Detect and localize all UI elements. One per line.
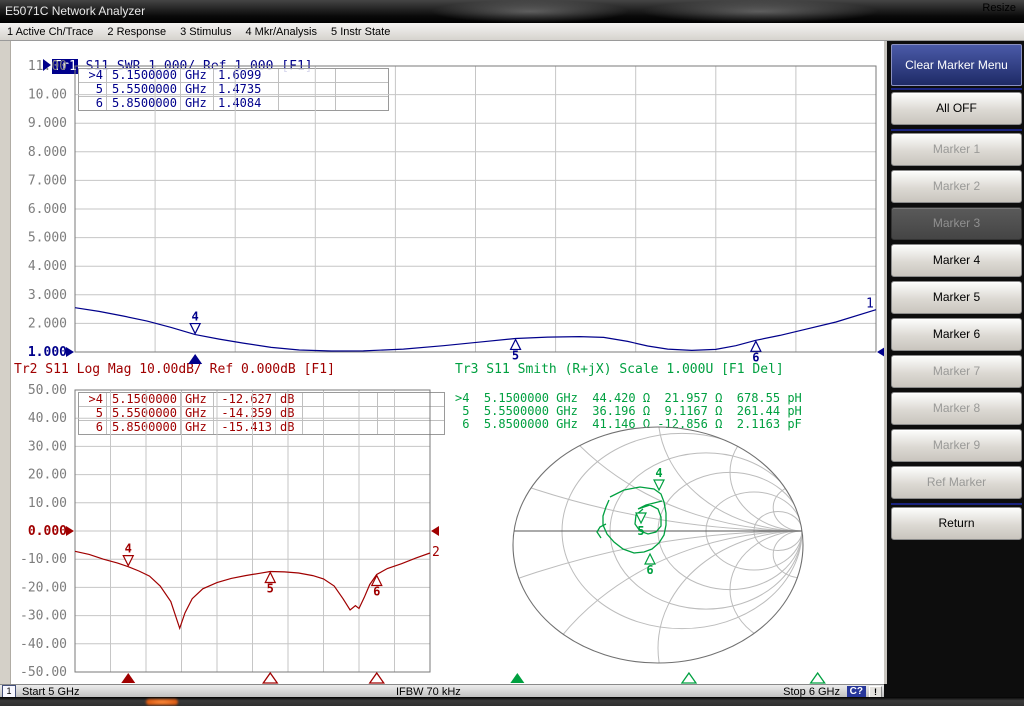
softkey-marker-9[interactable]: Marker 9 — [891, 429, 1022, 462]
correction-status-badge: C? — [847, 686, 866, 697]
menu-item-2-response[interactable]: 2 Response — [100, 26, 173, 38]
softkey-menu-title: Clear Marker Menu — [891, 44, 1022, 86]
stimulus-marker-open — [263, 673, 277, 683]
svg-text:6: 6 — [752, 350, 759, 364]
menu-item-3-stimulus[interactable]: 3 Stimulus — [173, 26, 238, 38]
softkey-marker-7[interactable]: Marker 7 — [891, 355, 1022, 388]
svg-text:1.000: 1.000 — [28, 345, 67, 360]
svg-text:10.00: 10.00 — [28, 88, 67, 103]
softkey-marker-5[interactable]: Marker 5 — [891, 281, 1022, 314]
menu-item-1-active-ch-trace[interactable]: 1 Active Ch/Trace — [0, 26, 100, 38]
svg-text:30.00: 30.00 — [28, 439, 67, 454]
svg-text:6.000: 6.000 — [28, 202, 67, 217]
svg-text:2.000: 2.000 — [28, 316, 67, 331]
softkey-marker-4[interactable]: Marker 4 — [891, 244, 1022, 277]
svg-text:5: 5 — [267, 581, 274, 595]
stimulus-marker-open — [370, 673, 384, 683]
svg-text:8.000: 8.000 — [28, 145, 67, 160]
analyzer-window: E5071C Network Analyzer 1 Active Ch/Trac… — [0, 0, 1024, 706]
svg-text:4: 4 — [655, 466, 662, 480]
tr2-chart: 50.00 40.00 30.00 20.00 10.00 0.000 -10.00 -20.… — [20, 383, 440, 683]
softkey-marker-8[interactable]: Marker 8 — [891, 392, 1022, 425]
taskbar-glow — [146, 699, 178, 705]
status-bar: 1 Start 5 GHz IFBW 70 kHz Stop 6 GHz C? … — [0, 684, 884, 698]
ifbw-label: IFBW 70 kHz — [396, 686, 461, 698]
svg-text:4.000: 4.000 — [28, 259, 67, 274]
softkey-marker-1[interactable]: Marker 1 — [891, 133, 1022, 166]
svg-text:-30.00: -30.00 — [20, 609, 67, 624]
tr1-chart: 11.00 10.00 9.000 8.000 7.000 6.000 5.000 4.000… — [28, 59, 884, 364]
titlebar-highlight — [430, 0, 630, 23]
svg-text:9.000: 9.000 — [28, 116, 67, 131]
softkey-separator — [891, 88, 1022, 90]
svg-text:5: 5 — [512, 348, 519, 362]
stimulus-marker-solid — [510, 673, 524, 683]
status-bar-right-fill — [884, 684, 1024, 697]
svg-text:4: 4 — [125, 542, 132, 556]
charts-canvas: 11.00 10.00 9.000 8.000 7.000 6.000 5.000 4.000… — [0, 41, 884, 684]
softkey-marker-2[interactable]: Marker 2 — [891, 170, 1022, 203]
svg-text:0.000: 0.000 — [28, 524, 67, 539]
stimulus-marker-open — [811, 673, 825, 683]
stimulus-marker-solid — [121, 673, 135, 683]
svg-text:-20.00: -20.00 — [20, 580, 67, 595]
svg-text:11.00: 11.00 — [28, 59, 67, 74]
svg-text:7.000: 7.000 — [28, 173, 67, 188]
stimulus-marker-open — [682, 673, 696, 683]
svg-text:6: 6 — [373, 584, 380, 598]
softkey-marker-6[interactable]: Marker 6 — [891, 318, 1022, 351]
resize-button[interactable]: Resize — [982, 2, 1016, 14]
marker-5-glyph — [636, 513, 646, 523]
softkey-separator — [891, 129, 1022, 131]
start-frequency-label: Start 5 GHz — [22, 686, 79, 698]
stop-frequency-label: Stop 6 GHz — [783, 686, 840, 698]
menu-bar: 1 Active Ch/Trace2 Response3 Stimulus4 M… — [0, 23, 1024, 41]
softkey-sidebar: Clear Marker Menu All OFF Marker 1 Marker … — [884, 41, 1024, 697]
marker-4-glyph — [123, 556, 133, 566]
svg-text:2: 2 — [432, 545, 440, 560]
svg-text:3.000: 3.000 — [28, 288, 67, 303]
svg-text:6: 6 — [646, 563, 653, 577]
softkey-ref-marker[interactable]: Ref Marker — [891, 466, 1022, 499]
svg-text:5: 5 — [637, 524, 644, 538]
softkey-all-off[interactable]: All OFF — [891, 92, 1022, 125]
smith-outer-circle — [513, 427, 803, 663]
svg-text:40.00: 40.00 — [28, 411, 67, 426]
titlebar-highlight — [640, 0, 880, 23]
svg-text:50.00: 50.00 — [28, 383, 67, 398]
svg-text:-50.00: -50.00 — [20, 665, 67, 680]
marker-4-glyph — [654, 480, 664, 490]
menu-item-5-instr-state[interactable]: 5 Instr State — [324, 26, 397, 38]
svg-text:4: 4 — [192, 310, 199, 324]
menu-item-4-mkr-analysis[interactable]: 4 Mkr/Analysis — [238, 26, 324, 38]
svg-text:10.00: 10.00 — [28, 496, 67, 511]
svg-text:5.000: 5.000 — [28, 231, 67, 246]
softkey-marker-3[interactable]: Marker 3 — [891, 207, 1022, 240]
stimulus-marker-solid — [188, 354, 202, 364]
softkey-separator — [891, 503, 1022, 505]
window-title: E5071C Network Analyzer — [5, 4, 145, 18]
svg-text:-40.00: -40.00 — [20, 637, 67, 652]
svg-text:-10.00: -10.00 — [20, 552, 67, 567]
title-bar: E5071C Network Analyzer — [0, 0, 1024, 23]
marker-4-glyph — [190, 324, 200, 334]
svg-text:20.00: 20.00 — [28, 468, 67, 483]
svg-text:1: 1 — [866, 297, 874, 312]
softkey-return[interactable]: Return — [891, 507, 1022, 540]
